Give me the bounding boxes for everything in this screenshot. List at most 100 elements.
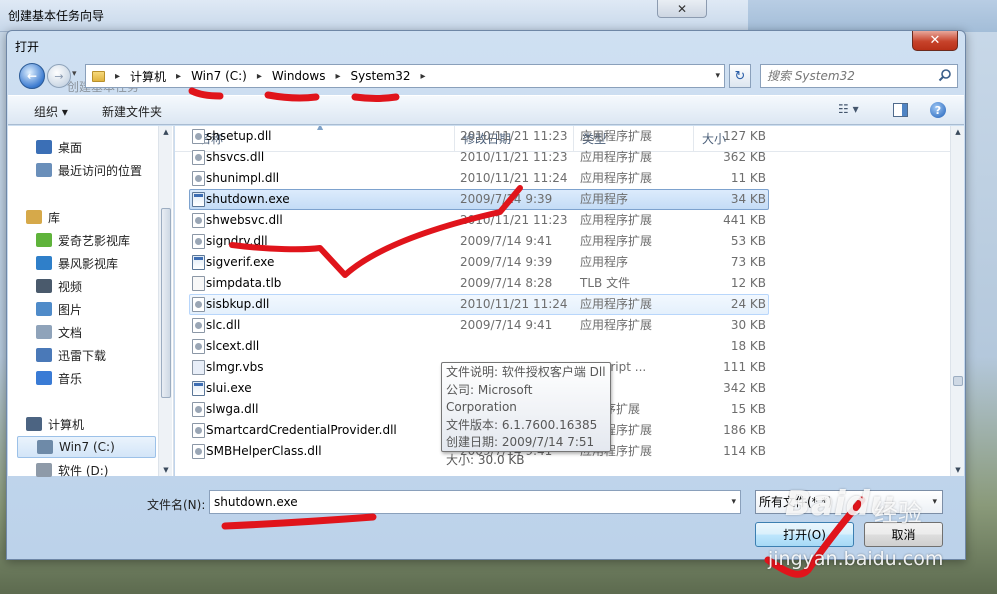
file-name: sigverif.exe [206, 255, 275, 269]
file-row[interactable]: shsetup.dll 2010/11/21 11:23 应用程序扩展 127 KB [189, 126, 769, 147]
scrollbar-thumb[interactable] [161, 208, 171, 398]
dll-file-icon [192, 402, 205, 417]
file-name: shunimpl.dll [206, 171, 280, 185]
address-bar[interactable]: ▸ 计算机 ▸ Win7 (C:) ▸ Windows ▸ System32 ▸… [85, 64, 725, 88]
file-row[interactable]: signdrv.dll 2009/7/14 9:41 应用程序扩展 53 KB [189, 231, 769, 252]
change-view-button[interactable]: ☷ ▾ [838, 102, 859, 116]
file-date: 2009/7/14 9:39 [460, 255, 553, 269]
file-type: 应用程序 [580, 255, 629, 269]
scrollbar-thumb[interactable] [953, 376, 963, 386]
organize-menu-button[interactable]: 组织 ▾ [34, 103, 68, 120]
breadcrumb-separator[interactable]: ▸ [172, 71, 185, 82]
scroll-up-icon[interactable]: ▲ [159, 126, 173, 138]
forward-button[interactable]: → [47, 64, 71, 88]
nav-item-label: 爱奇艺影视库 [58, 233, 131, 248]
nav-item-label: 暴风影视库 [58, 256, 119, 271]
search-box[interactable] [760, 64, 958, 88]
open-button[interactable]: 打开(O) [755, 522, 854, 547]
breadcrumb-drive-c[interactable]: Win7 (C:) [185, 69, 253, 83]
dll-file-icon [192, 339, 205, 354]
breadcrumb-separator[interactable]: ▸ [253, 71, 266, 82]
watermark-url: jingyan.baidu.com [768, 548, 944, 570]
dll-file-icon [192, 318, 205, 333]
file-size: 111 KB [723, 360, 766, 374]
breadcrumb-separator[interactable]: ▸ [417, 71, 430, 82]
file-row[interactable]: shsvcs.dll 2010/11/21 11:23 应用程序扩展 362 KB [189, 147, 769, 168]
breadcrumb-computer[interactable]: 计算机 [124, 68, 172, 85]
file-date: 2010/11/21 11:23 [460, 150, 568, 164]
file-size: 127 KB [723, 129, 766, 143]
file-row[interactable]: slc.dll 2009/7/14 9:41 应用程序扩展 30 KB [189, 315, 769, 336]
file-name: shutdown.exe [206, 192, 290, 206]
file-row[interactable]: sigverif.exe 2009/7/14 9:39 应用程序 73 KB [189, 252, 769, 273]
vbs-file-icon [192, 360, 205, 375]
search-input[interactable] [761, 65, 931, 87]
file-row[interactable]: simpdata.tlb 2009/7/14 8:28 TLB 文件 12 KB [189, 273, 769, 294]
filename-label: 文件名(N): [147, 498, 206, 512]
address-dropdown-icon[interactable]: ▾ [715, 71, 720, 81]
file-info-tooltip: 文件说明: 软件授权客户端 Dll 公司: Microsoft Corporat… [441, 362, 611, 467]
filename-input[interactable] [210, 491, 710, 513]
file-size: 30 KB [730, 318, 766, 332]
nav-item-label: 最近访问的位置 [58, 163, 143, 178]
file-name: slwga.dll [206, 402, 259, 416]
close-icon: ✕ [676, 1, 688, 16]
refresh-button[interactable]: ↻ [729, 64, 751, 88]
file-row[interactable]: slcext.dll 18 KB [189, 336, 769, 357]
nav-item-label: Win7 (C:) [59, 440, 115, 454]
preview-pane-toggle[interactable] [893, 103, 908, 117]
breadcrumb-system32[interactable]: System32 [345, 69, 417, 83]
file-list-scrollbar[interactable]: ▲ ▼ [950, 126, 964, 476]
breadcrumb-separator[interactable]: ▸ [331, 71, 344, 82]
back-button[interactable]: ← [19, 63, 45, 89]
dialog-close-button[interactable]: ✕ [912, 31, 958, 51]
file-row[interactable]: shwebsvc.dll 2010/11/21 11:23 应用程序扩展 441 KB [189, 210, 769, 231]
nav-item-computer[interactable]: 计算机 [26, 413, 176, 435]
folder-icon [92, 70, 105, 82]
dialog-title: 打开 [15, 40, 40, 54]
file-size: 362 KB [723, 150, 766, 164]
chevron-down-icon[interactable]: ▾ [731, 497, 736, 507]
tooltip-version: 文件版本: 6.1.7600.16385 [446, 417, 598, 432]
file-type: 应用程序 [580, 192, 629, 206]
tooltip-created: 创建日期: 2009/7/14 7:51 [446, 435, 595, 449]
file-name: slmgr.vbs [206, 360, 264, 374]
file-row[interactable]: sisbkup.dll 2010/11/21 11:24 应用程序扩展 24 KB [189, 294, 769, 315]
nav-item-label: 计算机 [48, 417, 85, 432]
file-name: shsetup.dll [206, 129, 272, 143]
scroll-down-icon[interactable]: ▼ [159, 464, 173, 476]
file-name: slcext.dll [206, 339, 260, 353]
breadcrumb-separator[interactable]: ▸ [111, 71, 124, 82]
nav-item-drive-c[interactable]: Win7 (C:) [17, 436, 156, 458]
breadcrumb-windows[interactable]: Windows [266, 69, 332, 83]
nav-item-label: 图片 [58, 302, 83, 317]
file-date: 2010/11/21 11:24 [460, 171, 568, 185]
file-size: 186 KB [723, 423, 766, 437]
file-row[interactable]: shunimpl.dll 2010/11/21 11:24 应用程序扩展 11 KB [189, 168, 769, 189]
file-size: 12 KB [730, 276, 766, 290]
filename-field[interactable]: ▾ [209, 490, 741, 514]
nav-pane-scrollbar[interactable]: ▲ ▼ [158, 126, 172, 476]
search-icon[interactable] [938, 68, 952, 82]
file-date: 2009/7/14 9:41 [460, 318, 553, 332]
background-window-close-button[interactable]: ✕ [657, 0, 707, 18]
refresh-icon: ↻ [734, 68, 746, 84]
file-date: 2009/7/14 9:39 [460, 192, 553, 206]
background-window-title: 创建基本任务向导 [8, 9, 105, 23]
dll-file-icon [192, 150, 205, 165]
file-date: 2010/11/21 11:23 [460, 129, 568, 143]
help-icon[interactable]: ? [930, 102, 946, 118]
tlb-file-icon [192, 276, 205, 291]
history-dropdown[interactable]: ▾ [72, 69, 77, 79]
libraries-icon [26, 210, 42, 224]
scroll-up-icon[interactable]: ▲ [951, 126, 964, 138]
exe-file-icon [192, 192, 205, 207]
desktop-icon [36, 140, 52, 154]
file-size: 53 KB [730, 234, 766, 248]
dll-file-icon [192, 444, 205, 459]
new-folder-button[interactable]: 新建文件夹 [102, 103, 162, 120]
file-row[interactable]: shutdown.exe 2009/7/14 9:39 应用程序 34 KB [189, 189, 769, 210]
exe-file-icon [192, 381, 205, 396]
nav-item-libraries[interactable]: 库 [26, 206, 176, 228]
scroll-down-icon[interactable]: ▼ [951, 464, 964, 476]
